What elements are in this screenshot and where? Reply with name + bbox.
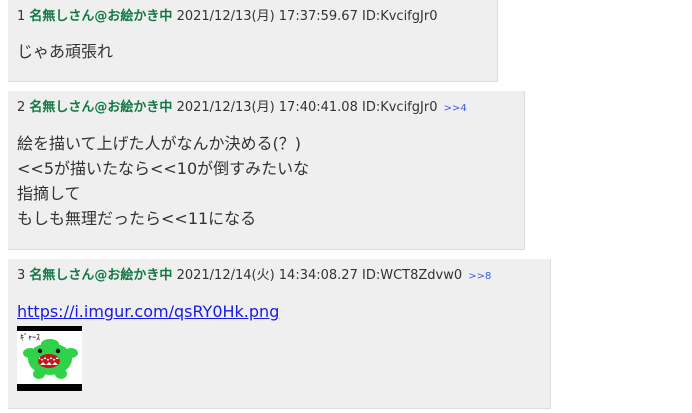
- poster-name: 名無しさん@お絵かき中: [29, 268, 173, 283]
- post-number: 3: [17, 268, 26, 283]
- post-number: 1: [17, 9, 26, 24]
- post-line: <<5が描いたなら<<10が倒すみたいな: [17, 159, 310, 178]
- post-body: https://i.imgur.com/qsRY0Hk.png ｷﾞｬｰｽ: [17, 299, 550, 391]
- post-line: もしも無理だったら<<11になる: [17, 209, 257, 228]
- post-datetime: 2021/12/14(火) 14:34:08.27: [176, 268, 358, 283]
- post-3: 3 名無しさん@お絵かき中 2021/12/14(火) 14:34:08.27 …: [8, 259, 551, 409]
- monster-thumbnail-image[interactable]: ｷﾞｬｰｽ: [17, 326, 82, 391]
- post-1: 1 名無しさん@お絵かき中 2021/12/13(月) 17:37:59.67 …: [8, 0, 498, 82]
- post-line: じゃあ頑張れ: [17, 42, 114, 61]
- post-line: 絵を描いて上げた人がなんか決める(？): [17, 134, 302, 153]
- post-datetime: 2021/12/13(月) 17:37:59.67: [176, 9, 358, 24]
- post-body: 絵を描いて上げた人がなんか決める(？) <<5が描いたなら<<10が倒すみたいな…: [17, 131, 524, 231]
- poster-name: 名無しさん@お絵かき中: [29, 100, 173, 115]
- post-2: 2 名無しさん@お絵かき中 2021/12/13(月) 17:40:41.08 …: [8, 91, 525, 250]
- poster-name: 名無しさん@お絵かき中: [29, 9, 173, 24]
- poster-id[interactable]: ID:KvcifgJr0: [362, 100, 437, 115]
- image-link[interactable]: https://i.imgur.com/qsRY0Hk.png: [17, 302, 279, 321]
- post-line: 指摘して: [17, 184, 81, 203]
- poster-id[interactable]: ID:KvcifgJr0: [362, 9, 437, 24]
- reply-ref-link[interactable]: >>4: [444, 103, 467, 114]
- post-body: じゃあ頑張れ: [17, 39, 497, 64]
- thumbnail-caption: ｷﾞｬｰｽ: [20, 333, 40, 342]
- post-header: 1 名無しさん@お絵かき中 2021/12/13(月) 17:37:59.67 …: [17, 8, 497, 26]
- post-number: 2: [17, 100, 26, 115]
- post-header: 2 名無しさん@お絵かき中 2021/12/13(月) 17:40:41.08 …: [17, 99, 524, 118]
- post-header: 3 名無しさん@お絵かき中 2021/12/14(火) 14:34:08.27 …: [17, 267, 550, 286]
- post-datetime: 2021/12/13(月) 17:40:41.08: [176, 100, 358, 115]
- poster-id[interactable]: ID:WCT8Zdvw0: [362, 268, 462, 283]
- reply-ref-link[interactable]: >>8: [468, 271, 491, 282]
